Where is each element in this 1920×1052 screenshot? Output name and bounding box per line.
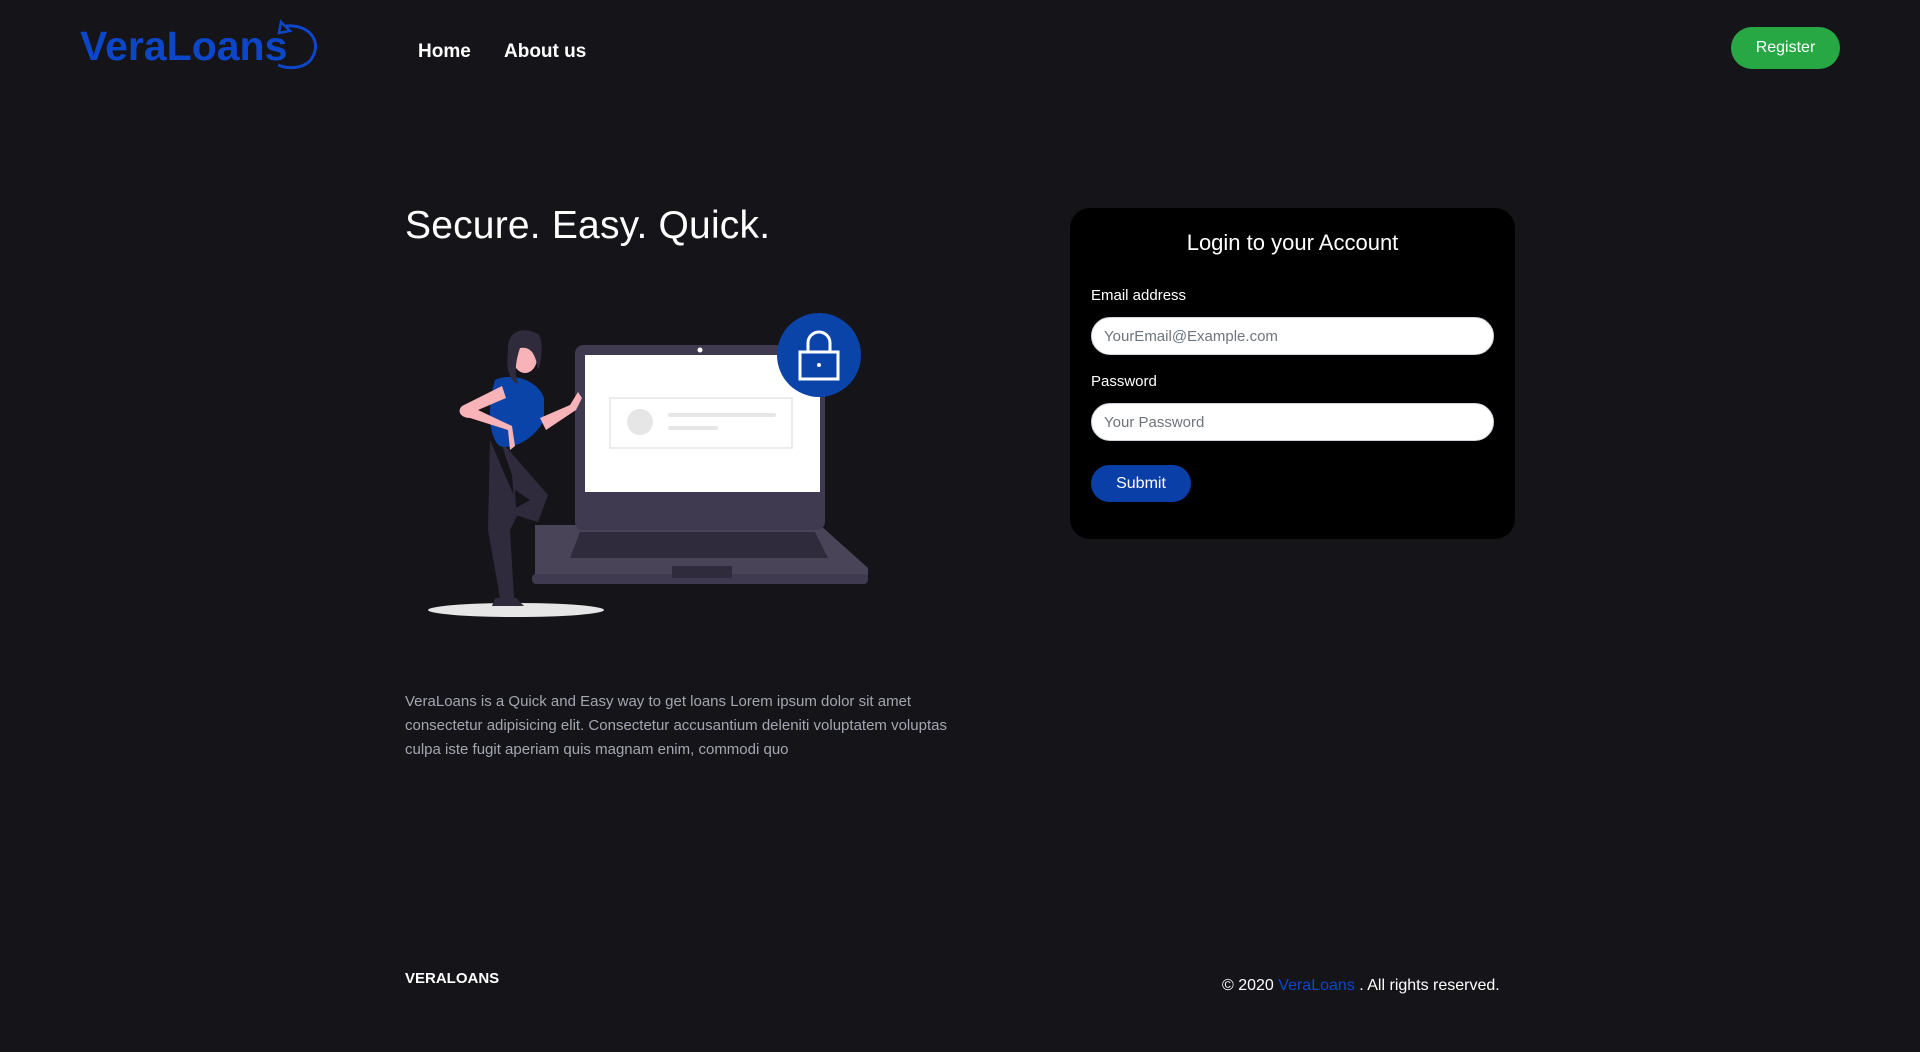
copyright-prefix: © 2020 [1222, 977, 1274, 994]
footer-veraloans-link[interactable]: VeraLoans [1278, 977, 1355, 994]
email-input[interactable] [1091, 317, 1494, 355]
lock-icon [777, 313, 861, 397]
submit-button[interactable]: Submit [1091, 465, 1191, 502]
footer-brand: VERALOANS [405, 970, 500, 987]
footer-copyright: © 2020 VeraLoans . All rights reserved. [1222, 977, 1500, 995]
svg-text:VeraLoans: VeraLoans [80, 23, 287, 69]
nav-home-link[interactable]: Home [418, 41, 471, 63]
login-card: Login to your Account Email address Pass… [1070, 208, 1515, 539]
copyright-suffix: . All rights reserved. [1359, 977, 1500, 994]
hero-title: Secure. Easy. Quick. [405, 204, 771, 247]
login-title: Login to your Account [1186, 230, 1399, 255]
password-input[interactable] [1091, 403, 1494, 441]
hero-illustration [428, 313, 868, 617]
page: VeraLoans Home About us Register Secure.… [0, 0, 1920, 1052]
register-button[interactable]: Register [1731, 27, 1840, 69]
nav-about-link[interactable]: About us [504, 41, 586, 63]
email-label: Email address [1091, 287, 1187, 304]
veraloans-logo[interactable]: VeraLoans [78, 18, 324, 74]
password-label: Password [1091, 373, 1157, 390]
hero-description: VeraLoans is a Quick and Easy way to get… [405, 693, 947, 758]
